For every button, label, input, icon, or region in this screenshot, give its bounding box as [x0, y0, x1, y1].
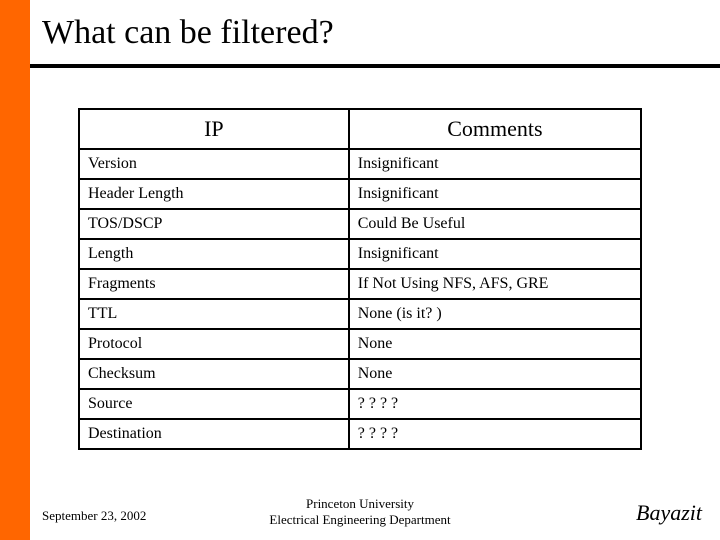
cell-ip: Destination	[79, 419, 349, 449]
cell-ip: Source	[79, 389, 349, 419]
table-row: TTL None (is it? )	[79, 299, 641, 329]
cell-comment: None	[349, 329, 641, 359]
slide-title: What can be filtered?	[42, 14, 334, 52]
footer-author: Bayazit	[636, 500, 702, 526]
cell-ip: Length	[79, 239, 349, 269]
table-header-row: IP Comments	[79, 109, 641, 149]
table-row: Protocol None	[79, 329, 641, 359]
cell-comment: ? ? ? ?	[349, 389, 641, 419]
header-ip: IP	[79, 109, 349, 149]
header-comments: Comments	[349, 109, 641, 149]
cell-comment: If Not Using NFS, AFS, GRE	[349, 269, 641, 299]
cell-ip: Checksum	[79, 359, 349, 389]
table-row: Destination ? ? ? ?	[79, 419, 641, 449]
cell-comment: None	[349, 359, 641, 389]
cell-ip: TTL	[79, 299, 349, 329]
footer-center-line1: Princeton University	[306, 496, 414, 511]
accent-stripe	[0, 0, 30, 540]
cell-ip: Protocol	[79, 329, 349, 359]
cell-comment: Insignificant	[349, 179, 641, 209]
table-row: Source ? ? ? ?	[79, 389, 641, 419]
footer-center-line2: Electrical Engineering Department	[269, 512, 450, 527]
filter-table: IP Comments Version Insignificant Header…	[78, 108, 642, 450]
footer-center: Princeton University Electrical Engineer…	[0, 496, 720, 529]
table-row: Checksum None	[79, 359, 641, 389]
table-row: Fragments If Not Using NFS, AFS, GRE	[79, 269, 641, 299]
title-underline	[30, 64, 720, 68]
cell-ip: Version	[79, 149, 349, 179]
table-row: Header Length Insignificant	[79, 179, 641, 209]
cell-ip: TOS/DSCP	[79, 209, 349, 239]
table-row: TOS/DSCP Could Be Useful	[79, 209, 641, 239]
cell-comment: Could Be Useful	[349, 209, 641, 239]
cell-ip: Header Length	[79, 179, 349, 209]
cell-comment: None (is it? )	[349, 299, 641, 329]
cell-comment: ? ? ? ?	[349, 419, 641, 449]
slide: What can be filtered? IP Comments Versio…	[0, 0, 720, 540]
table-row: Length Insignificant	[79, 239, 641, 269]
cell-comment: Insignificant	[349, 239, 641, 269]
table-row: Version Insignificant	[79, 149, 641, 179]
cell-comment: Insignificant	[349, 149, 641, 179]
cell-ip: Fragments	[79, 269, 349, 299]
filter-table-wrap: IP Comments Version Insignificant Header…	[78, 108, 642, 450]
